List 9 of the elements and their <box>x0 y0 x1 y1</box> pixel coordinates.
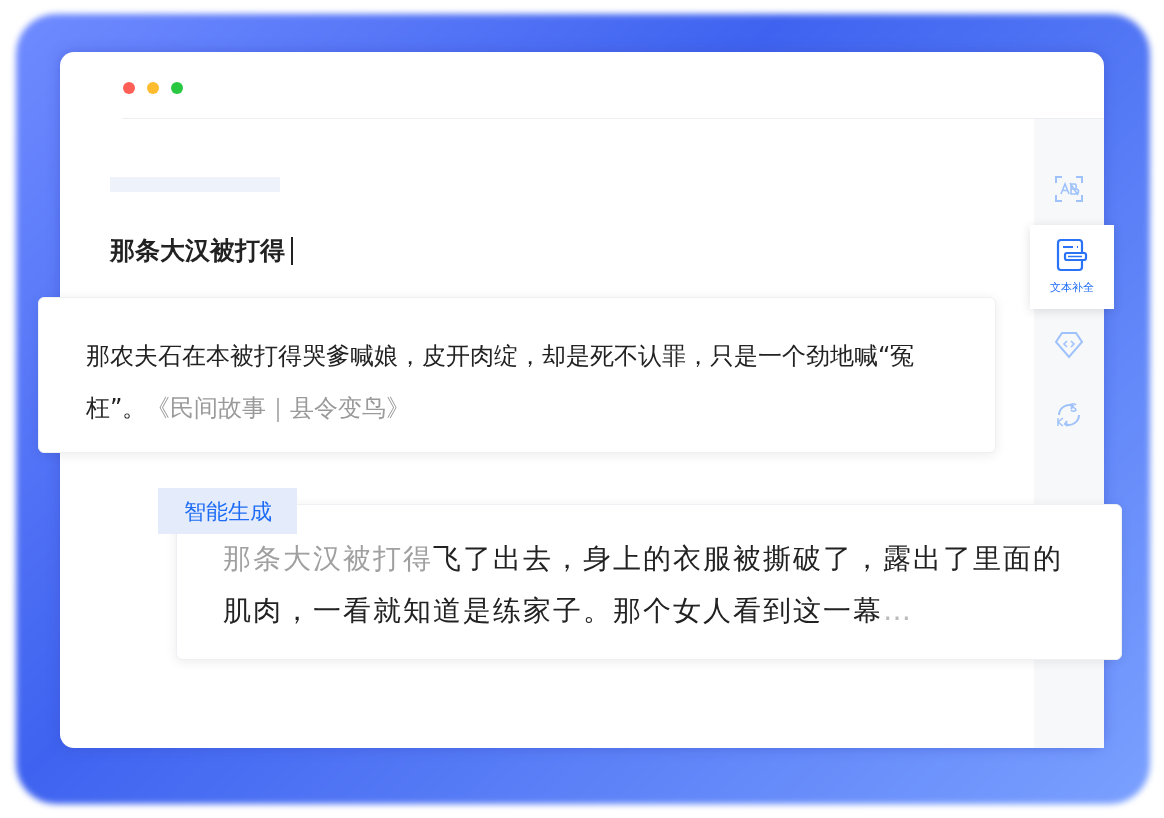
generated-text: 那条大汉被打得飞了出去，身上的衣服被撕破了，露出了里面的肌肉，一看就知道是练家子。那个女人看到这一幕… <box>223 541 1064 629</box>
text-cursor <box>291 236 293 265</box>
tool-button[interactable]: 文本补全 <box>1030 225 1114 309</box>
document-icon <box>1056 237 1088 272</box>
reference-text: 那农夫石在本被打得哭爹喊娘，皮开肉绽，却是死不认罪，只是一个劲地喊“冤枉”。《民间故事｜县令变鸟》 <box>86 341 916 424</box>
generated-tag: 智能生成 <box>158 488 297 534</box>
input-text[interactable]: 那条大汉被打得 <box>110 232 285 270</box>
scan-text-icon <box>1054 174 1084 204</box>
code-tag-icon <box>1054 331 1084 359</box>
